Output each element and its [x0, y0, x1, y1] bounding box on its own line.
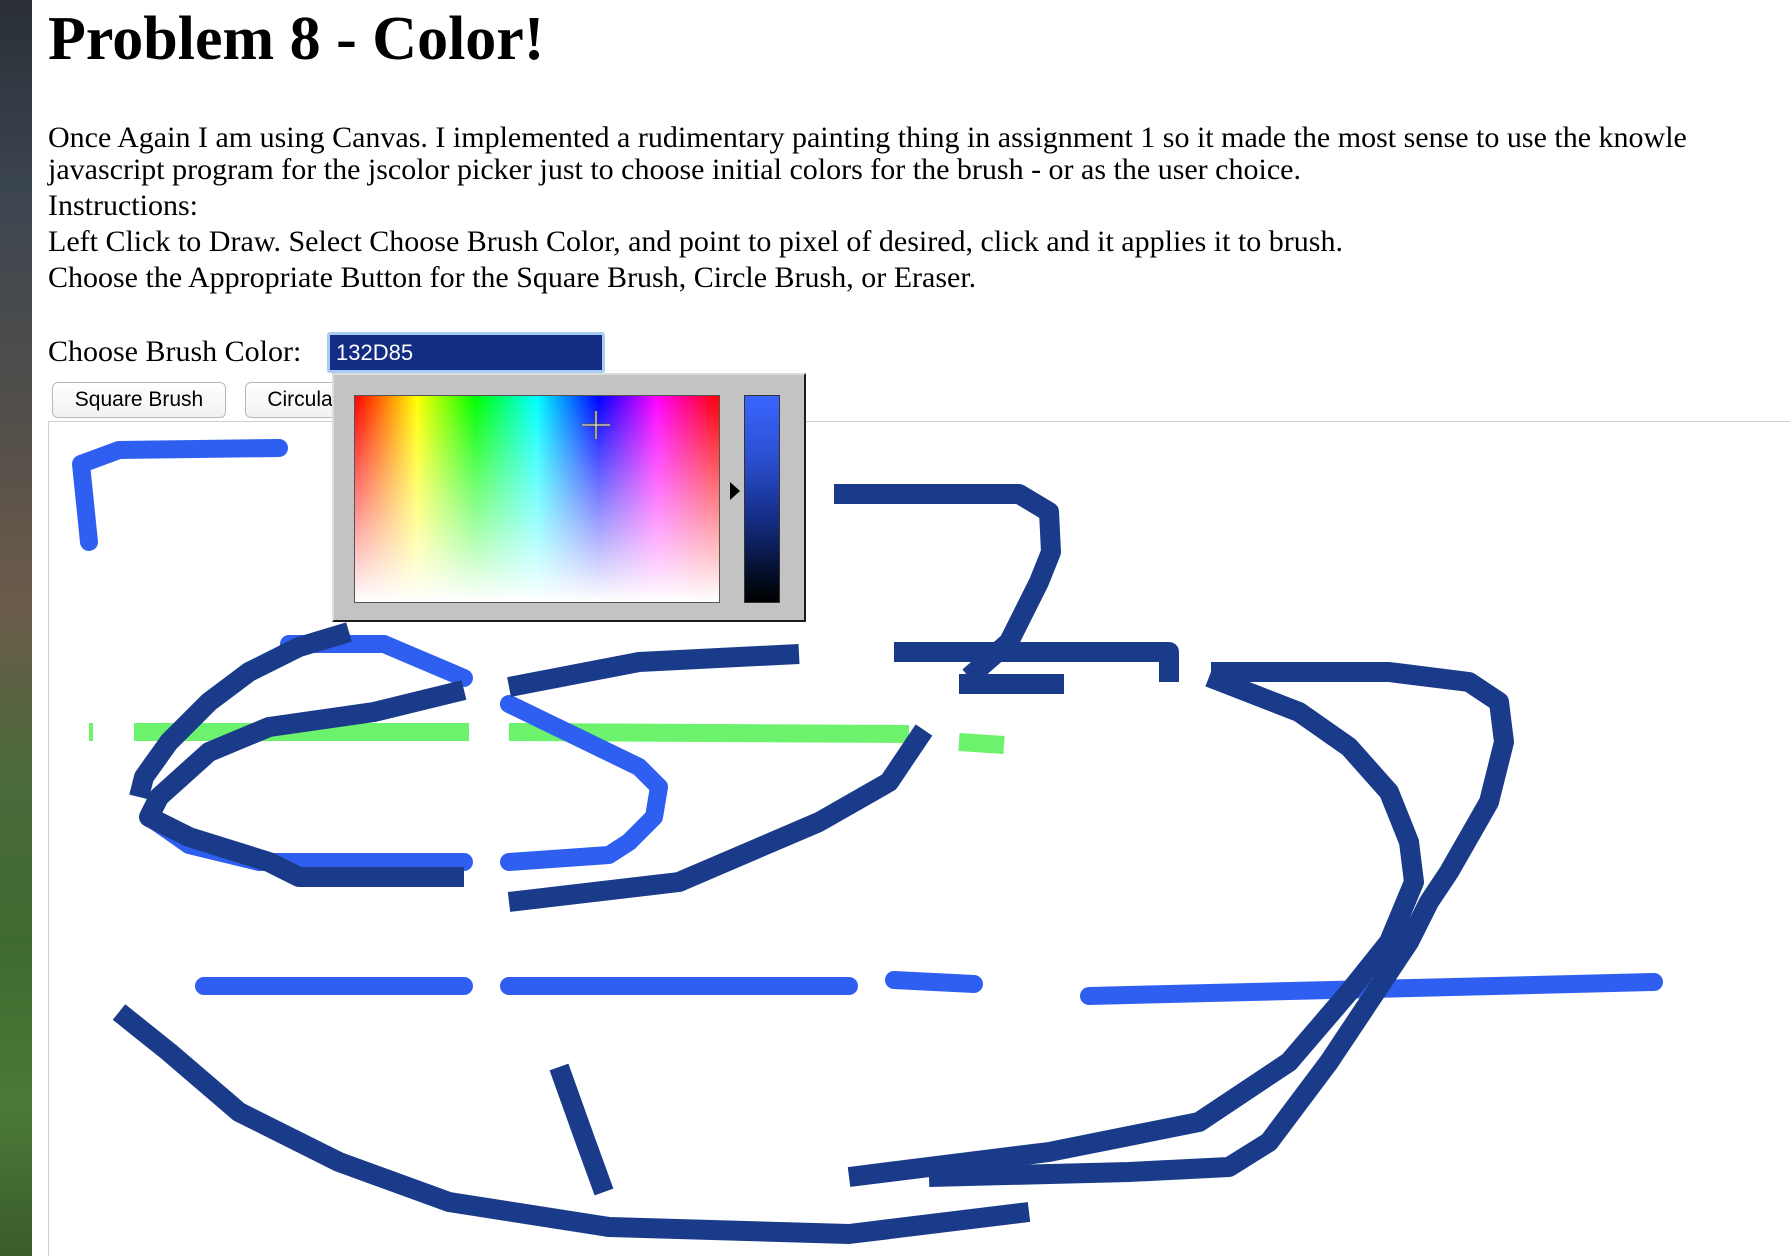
jscolor-picker-popup[interactable]	[332, 373, 806, 622]
bright-blue-stroke	[72, 439, 288, 551]
hue-saturation-pad[interactable]	[354, 395, 720, 603]
dark-blue-stroke	[847, 667, 1424, 1187]
instruction-line-2: Choose the Appropriate Button for the Sq…	[48, 261, 977, 294]
background-image-strip	[0, 0, 32, 1256]
crosshair-icon	[582, 411, 610, 439]
slider-arrow-icon[interactable]	[730, 482, 740, 500]
description-line-1: Once Again I am using Canvas. I implemen…	[48, 121, 1687, 154]
brush-color-input[interactable]	[327, 332, 605, 373]
dark-blue-stroke	[507, 644, 800, 697]
drawing-canvas[interactable]	[48, 421, 1790, 1256]
page: Problem 8 - Color! Once Again I am using…	[32, 0, 1790, 1256]
page-title: Problem 8 - Color!	[48, 5, 545, 73]
value-slider[interactable]	[744, 395, 780, 603]
dark-blue-stroke	[549, 1063, 614, 1196]
dark-blue-stroke	[507, 724, 933, 912]
brush-color-label: Choose Brush Color:	[48, 335, 302, 368]
green-stroke	[958, 733, 1005, 754]
bright-blue-stroke	[885, 971, 983, 993]
canvas-drawing	[72, 439, 1663, 1244]
square-brush-button[interactable]: Square Brush	[52, 382, 226, 418]
description-line-2: javascript program for the jscolor picke…	[48, 153, 1301, 186]
instruction-line-1: Left Click to Draw. Select Choose Brush …	[48, 225, 1343, 258]
instructions-heading: Instructions:	[48, 189, 198, 222]
